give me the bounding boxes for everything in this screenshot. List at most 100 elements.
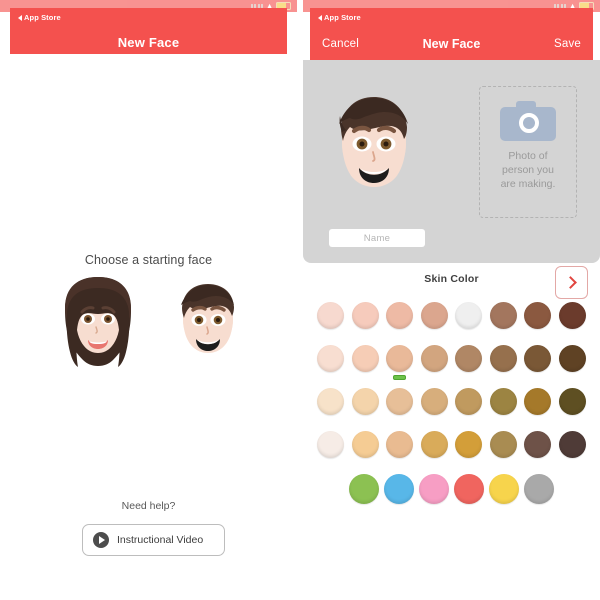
female-face-icon: [64, 277, 131, 367]
color-swatch[interactable]: [489, 302, 517, 329]
color-swatch[interactable]: [317, 431, 345, 458]
swatch-cell: [351, 388, 379, 423]
color-swatch[interactable]: [386, 431, 414, 458]
color-swatch[interactable]: [351, 302, 379, 329]
color-swatch[interactable]: [349, 474, 379, 504]
name-input-placeholder: Name: [363, 232, 391, 244]
color-swatch[interactable]: [351, 388, 379, 415]
color-swatch[interactable]: [420, 388, 448, 415]
swatch-cell: [317, 345, 345, 380]
swatch-cell: [524, 431, 552, 466]
camera-icon: [500, 101, 556, 141]
color-swatch[interactable]: [317, 302, 345, 329]
instructional-video-label: Instructional Video: [117, 534, 204, 546]
color-swatch[interactable]: [351, 345, 379, 372]
swatch-cell: [558, 388, 586, 423]
right-panel-face-editor: ▲ App Store Cancel New Face Save Photo o…: [303, 0, 600, 600]
color-swatch[interactable]: [386, 388, 414, 415]
color-swatch[interactable]: [420, 431, 448, 458]
avatar-face-icon: [339, 97, 408, 187]
color-swatch[interactable]: [489, 345, 517, 372]
color-swatch[interactable]: [455, 302, 483, 329]
instructional-video-button[interactable]: Instructional Video: [82, 524, 225, 556]
color-swatch[interactable]: [558, 431, 586, 458]
swatch-cell: [489, 388, 517, 423]
photo-upload-dropzone[interactable]: Photo of person you are making.: [479, 86, 577, 218]
swatch-cell: [455, 345, 483, 380]
back-arrow-icon: [318, 14, 322, 21]
swatch-cell: [386, 431, 414, 466]
color-swatch[interactable]: [489, 388, 517, 415]
avatar-editor-card: Photo of person you are making. Name: [303, 60, 600, 263]
play-icon: [93, 532, 109, 548]
choose-starting-face-label: Choose a starting face: [84, 253, 213, 267]
color-swatch[interactable]: [489, 474, 519, 504]
swatch-cell: [351, 345, 379, 380]
color-swatch[interactable]: [386, 345, 414, 372]
swatch-cell: [524, 474, 554, 512]
left-panel-new-face-start: ▲ App Store New Face Choose a starting f…: [0, 0, 297, 600]
color-swatch[interactable]: [524, 302, 552, 329]
female-starting-face[interactable]: [51, 272, 145, 371]
swatch-cell: [317, 431, 345, 466]
swatch-cell: [489, 345, 517, 380]
swatch-cell: [455, 431, 483, 466]
chevron-right-icon: [564, 276, 577, 289]
swatch-cell: [317, 302, 345, 337]
color-swatch[interactable]: [420, 345, 448, 372]
swatch-row: [303, 431, 600, 466]
swatch-cell: [419, 474, 449, 512]
color-swatch[interactable]: [455, 345, 483, 372]
swatch-cell: [455, 302, 483, 337]
color-swatch[interactable]: [317, 345, 345, 372]
male-avatar-preview[interactable]: [325, 82, 423, 205]
swatch-cell: [420, 302, 448, 337]
need-help-label: Need help?: [121, 500, 176, 512]
color-swatch[interactable]: [455, 431, 483, 458]
color-swatch[interactable]: [558, 388, 586, 415]
back-to-app-store-link[interactable]: App Store: [18, 13, 61, 22]
save-button[interactable]: Save: [537, 38, 581, 50]
left-nav-title: New Face: [117, 35, 180, 50]
swatch-cell: [420, 388, 448, 423]
name-input[interactable]: Name: [329, 229, 425, 247]
color-swatch[interactable]: [524, 388, 552, 415]
left-nav-bar: App Store New Face: [10, 8, 287, 54]
next-section-button[interactable]: [555, 266, 588, 299]
color-swatch[interactable]: [524, 431, 552, 458]
swatch-row: [303, 474, 600, 512]
swatch-cell: [455, 388, 483, 423]
swatch-cell: [489, 474, 519, 512]
swatch-cell: [524, 388, 552, 423]
swatch-row: [303, 345, 600, 380]
color-swatch[interactable]: [524, 345, 552, 372]
color-swatch[interactable]: [455, 388, 483, 415]
swatch-cell: [558, 302, 586, 337]
color-swatch[interactable]: [489, 431, 517, 458]
color-swatch[interactable]: [558, 345, 586, 372]
color-swatch[interactable]: [454, 474, 484, 504]
back-to-app-store-link[interactable]: App Store: [318, 13, 361, 22]
swatch-cell: [386, 302, 414, 337]
color-swatch[interactable]: [317, 388, 345, 415]
photo-caption: Photo of person you are making.: [501, 149, 556, 191]
app-root: ▲ App Store New Face Choose a starting f…: [0, 0, 600, 600]
color-swatch[interactable]: [419, 474, 449, 504]
swatch-cell: [349, 474, 379, 512]
color-swatch[interactable]: [351, 431, 379, 458]
cancel-button[interactable]: Cancel: [322, 38, 366, 50]
male-starting-face[interactable]: [169, 272, 247, 365]
color-swatch[interactable]: [384, 474, 414, 504]
swatch-cell: [420, 431, 448, 466]
color-swatch[interactable]: [558, 302, 586, 329]
color-swatch[interactable]: [420, 302, 448, 329]
back-label: App Store: [24, 13, 61, 22]
color-swatch[interactable]: [386, 302, 414, 329]
swatch-row: [303, 388, 600, 423]
swatch-cell: [351, 302, 379, 337]
starting-faces-row: [0, 272, 297, 372]
back-label: App Store: [324, 13, 361, 22]
swatch-cell: [558, 431, 586, 466]
color-swatch[interactable]: [524, 474, 554, 504]
swatch-cell: [558, 345, 586, 380]
